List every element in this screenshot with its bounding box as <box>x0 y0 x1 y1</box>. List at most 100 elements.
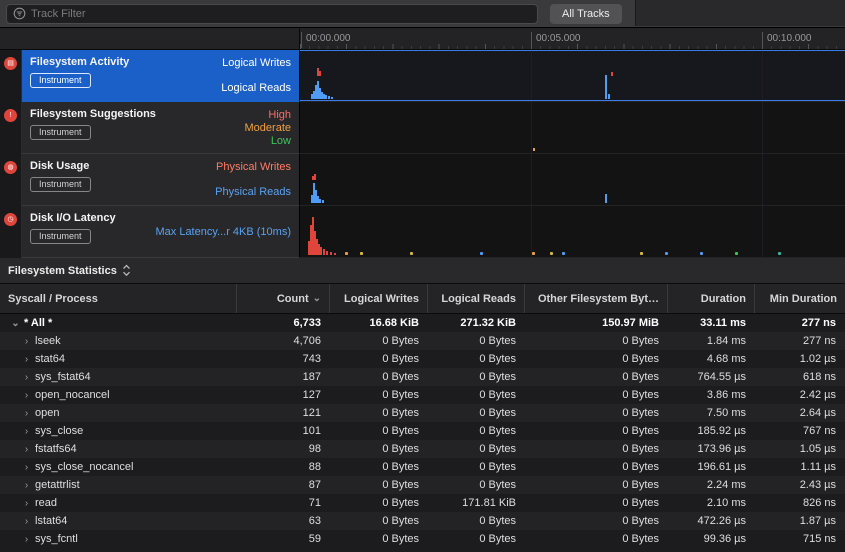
table-row[interactable]: ›sys_fcntl590 Bytes0 Bytes0 Bytes99.36 µ… <box>0 530 845 548</box>
track-header-filesystem-activity[interactable]: Filesystem ActivityInstrumentLogical Wri… <box>22 50 300 102</box>
series-label: Physical Writes <box>216 161 291 174</box>
syscall-name: lstat64 <box>35 515 67 527</box>
all-tracks-button[interactable]: All Tracks <box>550 4 622 24</box>
table-row[interactable]: ›lstat64630 Bytes0 Bytes0 Bytes472.26 µs… <box>0 512 845 530</box>
disclosure-expanded-icon[interactable]: ⌄ <box>10 318 21 329</box>
value-cell: 101 <box>237 425 330 437</box>
table-row[interactable]: ›read710 Bytes171.81 KiB0 Bytes2.10 ms82… <box>0 494 845 512</box>
value-cell: 98 <box>237 443 330 455</box>
timeline-ruler[interactable]: 00:00.00000:05.00000:10.000 <box>300 28 845 49</box>
track-chart-disk-io-latency[interactable] <box>300 206 845 258</box>
value-cell: 0 Bytes <box>525 371 668 383</box>
detail-view-selector[interactable]: Filesystem Statistics <box>8 265 117 277</box>
table-row[interactable]: ›sys_close_nocancel880 Bytes0 Bytes0 Byt… <box>0 458 845 476</box>
value-cell: 0 Bytes <box>428 515 525 527</box>
spike <box>334 253 336 255</box>
toolbar: All Tracks <box>0 0 845 28</box>
value-cell: 0 Bytes <box>428 425 525 437</box>
syscall-name: fstatfs64 <box>35 443 77 455</box>
value-cell: 6,733 <box>237 317 330 329</box>
column-header-logical-reads[interactable]: Logical Reads <box>428 284 525 313</box>
table-row[interactable]: ›open1210 Bytes0 Bytes0 Bytes7.50 ms2.64… <box>0 404 845 422</box>
table-row[interactable]: ›getattrlist870 Bytes0 Bytes0 Bytes2.24 … <box>0 476 845 494</box>
track-header-left: Disk UsageInstrument <box>30 160 91 201</box>
table-header: Syscall / ProcessCount⌄Logical WritesLog… <box>0 284 845 314</box>
syscall-name: open_nocancel <box>35 389 110 401</box>
column-header-syscall-process[interactable]: Syscall / Process <box>0 284 237 313</box>
series-label: Low <box>271 135 291 148</box>
disclosure-collapsed-icon[interactable]: › <box>21 480 32 491</box>
disclosure-collapsed-icon[interactable]: › <box>21 354 32 365</box>
track-row-disk-io-latency[interactable]: ◷Disk I/O LatencyInstrumentMax Latency..… <box>0 206 845 258</box>
value-cell: 0 Bytes <box>428 389 525 401</box>
track-header-disk-io-latency[interactable]: Disk I/O LatencyInstrumentMax Latency...… <box>22 206 300 258</box>
syscall-cell: ⌄* All * <box>0 317 237 329</box>
track-list: ▤Filesystem ActivityInstrumentLogical Wr… <box>0 50 845 258</box>
syscall-name: sys_fstat64 <box>35 371 91 383</box>
column-header-other-filesystem-byt[interactable]: Other Filesystem Byt… <box>525 284 668 313</box>
table-row[interactable]: ›lseek4,7060 Bytes0 Bytes0 Bytes1.84 ms2… <box>0 332 845 350</box>
disclosure-collapsed-icon[interactable]: › <box>21 534 32 545</box>
track-row-filesystem-suggestions[interactable]: !Filesystem SuggestionsInstrumentHighMod… <box>0 102 845 154</box>
disclosure-collapsed-icon[interactable]: › <box>21 390 32 401</box>
instrument-icon-column: ◷ <box>0 206 22 258</box>
detail-header-bar: Filesystem Statistics <box>0 258 845 284</box>
value-cell: 0 Bytes <box>330 461 428 473</box>
track-title: Disk I/O Latency <box>30 212 116 224</box>
value-cell: 0 Bytes <box>330 425 428 437</box>
spike <box>323 249 325 255</box>
track-chart-disk-usage[interactable] <box>300 154 845 206</box>
value-cell: 0 Bytes <box>330 533 428 545</box>
track-row-disk-usage[interactable]: ◍Disk UsageInstrumentPhysical WritesPhys… <box>0 154 845 206</box>
track-header-filesystem-suggestions[interactable]: Filesystem SuggestionsInstrumentHighMode… <box>22 102 300 154</box>
disclosure-collapsed-icon[interactable]: › <box>21 444 32 455</box>
series-label: Max Latency...r 4KB (10ms) <box>155 226 291 239</box>
syscall-cell: ›getattrlist <box>0 479 237 491</box>
syscall-name: * All * <box>24 317 52 329</box>
timeline-ruler-row: 00:00.00000:05.00000:10.000 <box>0 28 845 50</box>
track-title: Filesystem Activity <box>30 56 129 68</box>
track-chart-filesystem-suggestions[interactable] <box>300 102 845 154</box>
table-row[interactable]: ›sys_close1010 Bytes0 Bytes0 Bytes185.92… <box>0 422 845 440</box>
disclosure-collapsed-icon[interactable]: › <box>21 408 32 419</box>
disclosure-collapsed-icon[interactable]: › <box>21 426 32 437</box>
track-filter-field[interactable] <box>6 4 538 24</box>
spike <box>320 247 322 255</box>
track-header-disk-usage[interactable]: Disk UsageInstrumentPhysical WritesPhysi… <box>22 154 300 206</box>
disclosure-collapsed-icon[interactable]: › <box>21 462 32 473</box>
track-filter-input[interactable] <box>31 8 531 20</box>
column-header-duration[interactable]: Duration <box>668 284 755 313</box>
ruler-tick-label: 00:10.000 <box>762 32 812 48</box>
value-cell: 271.32 KiB <box>428 317 525 329</box>
disclosure-collapsed-icon[interactable]: › <box>21 336 32 347</box>
track-row-filesystem-activity[interactable]: ▤Filesystem ActivityInstrumentLogical Wr… <box>0 50 845 102</box>
ruler-tick-label: 00:05.000 <box>531 32 581 48</box>
disclosure-collapsed-icon[interactable]: › <box>21 372 32 383</box>
value-cell: 63 <box>237 515 330 527</box>
table-row[interactable]: ›stat647430 Bytes0 Bytes0 Bytes4.68 ms1.… <box>0 350 845 368</box>
syscall-name: stat64 <box>35 353 65 365</box>
table-row[interactable]: ⌄* All *6,73316.68 KiB271.32 KiB150.97 M… <box>0 314 845 332</box>
chevron-up-down-icon[interactable] <box>122 264 131 277</box>
disclosure-collapsed-icon[interactable]: › <box>21 516 32 527</box>
syscall-cell: ›sys_close <box>0 425 237 437</box>
track-header-left: Filesystem Activity Instrument <box>30 56 129 97</box>
value-cell: 171.81 KiB <box>428 497 525 509</box>
value-cell: 767 ns <box>755 425 845 437</box>
column-header-count[interactable]: Count⌄ <box>237 284 330 313</box>
table-row[interactable]: ›open_nocancel1270 Bytes0 Bytes0 Bytes3.… <box>0 386 845 404</box>
poi-dot <box>345 252 348 255</box>
poi-dot <box>700 252 703 255</box>
column-header-logical-writes[interactable]: Logical Writes <box>330 284 428 313</box>
track-chart-filesystem-activity[interactable] <box>300 50 845 102</box>
table-row[interactable]: ›fstatfs64980 Bytes0 Bytes0 Bytes173.96 … <box>0 440 845 458</box>
disclosure-collapsed-icon[interactable]: › <box>21 498 32 509</box>
value-cell: 618 ns <box>755 371 845 383</box>
value-cell: 0 Bytes <box>525 407 668 419</box>
syscall-cell: ›sys_fstat64 <box>0 371 237 383</box>
column-header-min-duration[interactable]: Min Duration <box>755 284 845 313</box>
instrument-badge: Instrument <box>30 73 91 88</box>
syscall-cell: ›lseek <box>0 335 237 347</box>
table-row[interactable]: ›sys_fstat641870 Bytes0 Bytes0 Bytes764.… <box>0 368 845 386</box>
track-title: Filesystem Suggestions <box>30 108 156 120</box>
